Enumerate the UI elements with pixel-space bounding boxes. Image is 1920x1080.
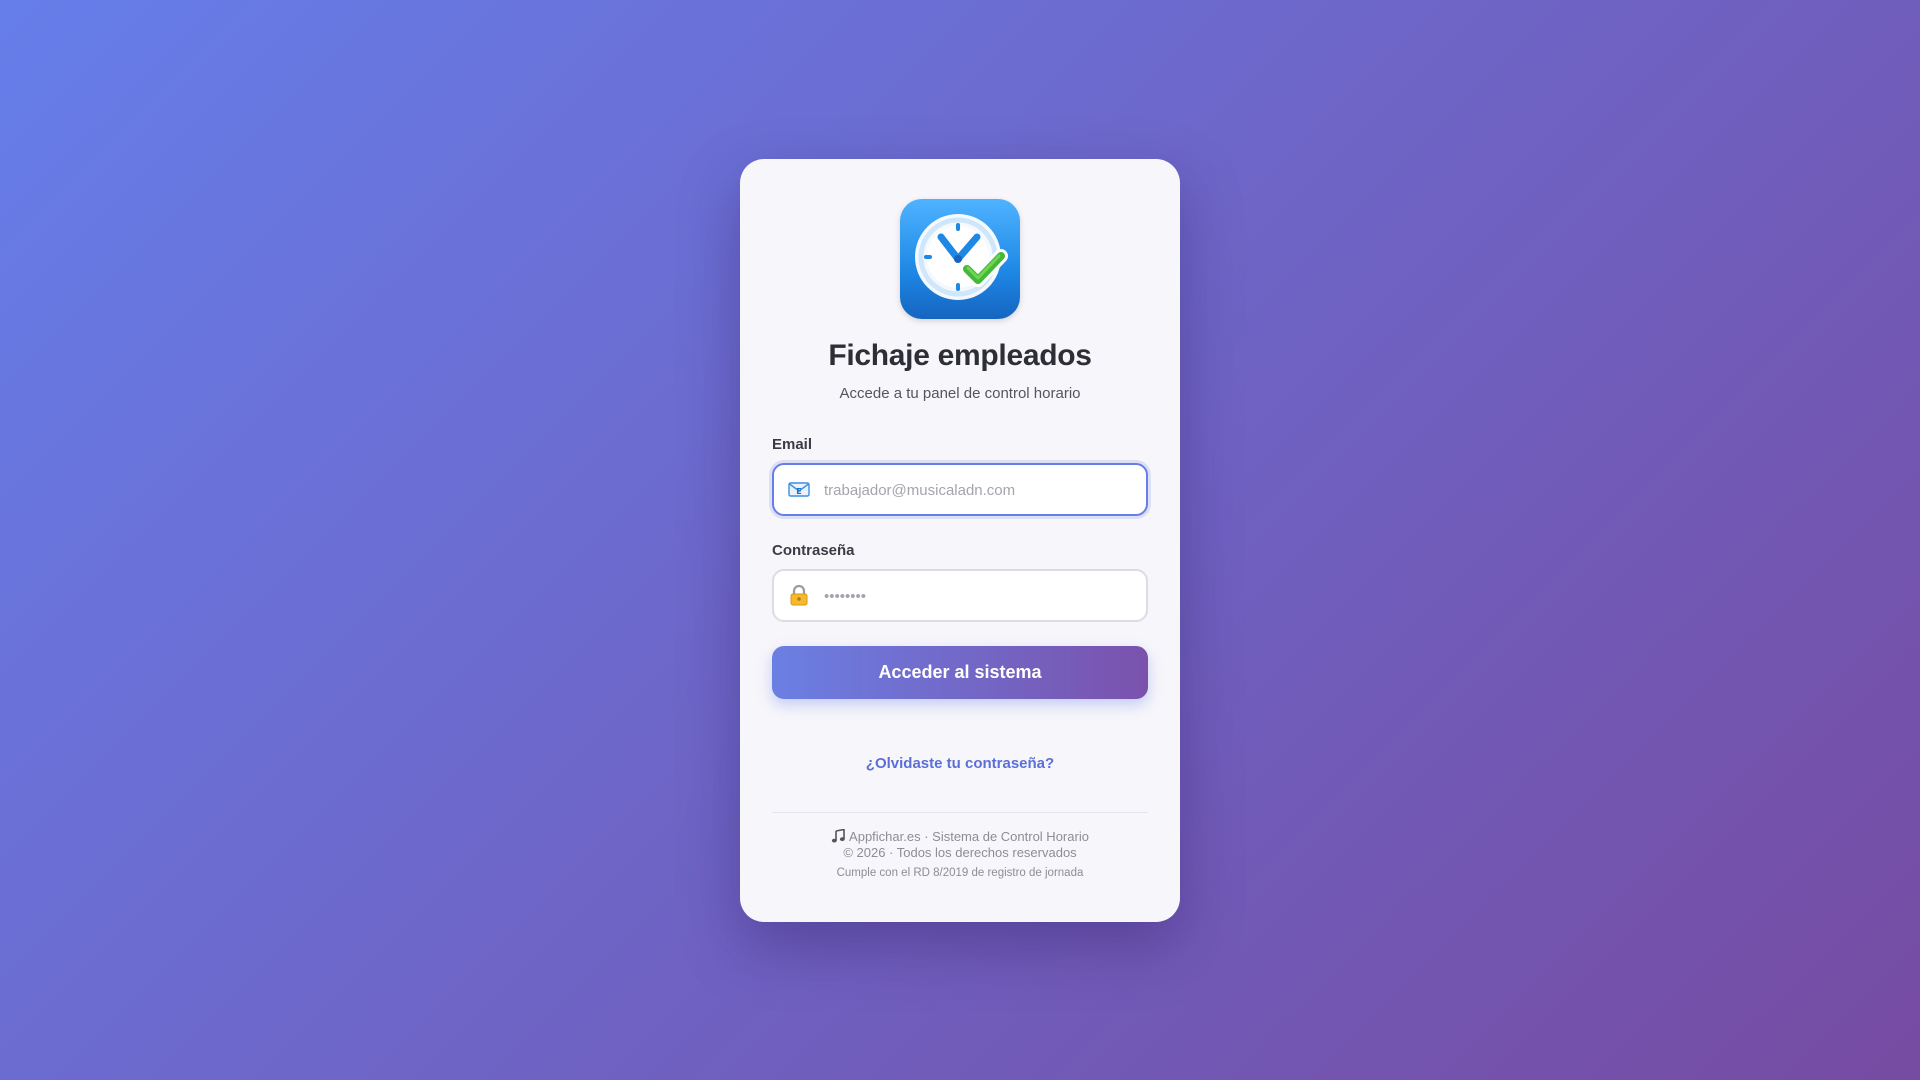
submit-button[interactable]: Acceder al sistema bbox=[772, 646, 1148, 699]
email-icon: E bbox=[788, 477, 810, 501]
clock-check-icon bbox=[900, 199, 1020, 319]
music-note-icon bbox=[831, 828, 845, 843]
email-field[interactable]: E bbox=[772, 463, 1148, 516]
footer-copyright: © 2026 · Todos los derechos reservados bbox=[843, 845, 1077, 860]
email-label: Email bbox=[772, 436, 813, 453]
login-card: Fichaje empleados Accede a tu panel de c… bbox=[740, 159, 1180, 922]
footer-brand: Appfichar.es · Sistema de Control Horari… bbox=[772, 828, 1148, 845]
password-input[interactable] bbox=[822, 571, 1136, 622]
password-label: Contraseña bbox=[772, 542, 855, 559]
page-title: Fichaje empleados bbox=[828, 339, 1092, 372]
lock-icon bbox=[788, 583, 810, 607]
email-input[interactable] bbox=[822, 465, 1136, 516]
page-subtitle: Accede a tu panel de control horario bbox=[839, 385, 1081, 402]
footer-brand-text: Appfichar.es · Sistema de Control Horari… bbox=[849, 829, 1089, 844]
forgot-password-link[interactable]: ¿Olvidaste tu contraseña? bbox=[772, 755, 1148, 772]
password-field[interactable] bbox=[772, 569, 1148, 622]
footer-divider bbox=[772, 812, 1148, 813]
footer-compliance: Cumple con el RD 8/2019 de registro de j… bbox=[836, 867, 1084, 879]
svg-text:E: E bbox=[796, 487, 801, 496]
